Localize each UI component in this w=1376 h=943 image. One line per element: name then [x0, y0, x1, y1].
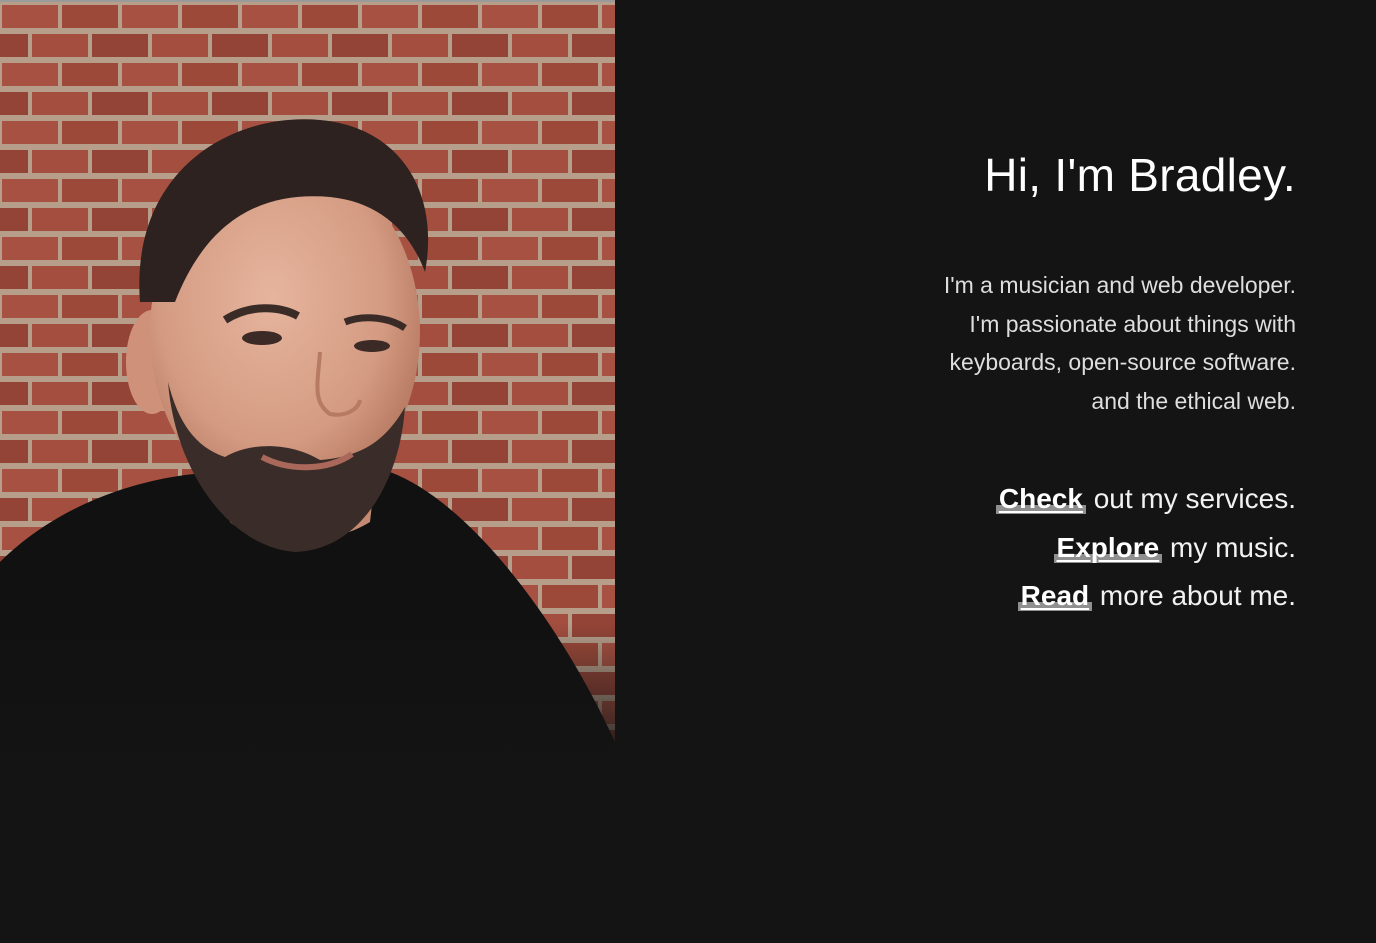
intro-line: and the ethical web. — [1091, 387, 1296, 414]
music-text: my music. — [1162, 531, 1296, 563]
services-line: Check out my services. — [736, 475, 1296, 524]
intro-paragraph: I'm a musician and web developer. I'm pa… — [736, 266, 1296, 420]
intro-section: Hi, I'm Bradley. I'm a musician and web … — [736, 140, 1296, 621]
about-line: Read more about me. — [736, 572, 1296, 621]
music-line: Explore my music. — [736, 524, 1296, 573]
services-text: out my services. — [1085, 483, 1296, 515]
intro-line: I'm a musician and web developer. — [943, 272, 1296, 298]
home-page: Hi, I'm Bradley. I'm a musician and web … — [0, 0, 1376, 943]
services-link[interactable]: Check — [995, 483, 1086, 515]
page-title: Hi, I'm Bradley. — [984, 149, 1296, 201]
intro-line: I'm passionate about things with — [969, 310, 1296, 337]
cta-links: Check out my services. Explore my music.… — [736, 475, 1296, 621]
about-text: more about me. — [1092, 580, 1296, 612]
music-link[interactable]: Explore — [1053, 531, 1163, 563]
about-link[interactable]: Read — [1017, 580, 1093, 612]
intro-line: keyboards, open-source software. — [949, 349, 1296, 376]
portrait-photo — [0, 2, 615, 778]
